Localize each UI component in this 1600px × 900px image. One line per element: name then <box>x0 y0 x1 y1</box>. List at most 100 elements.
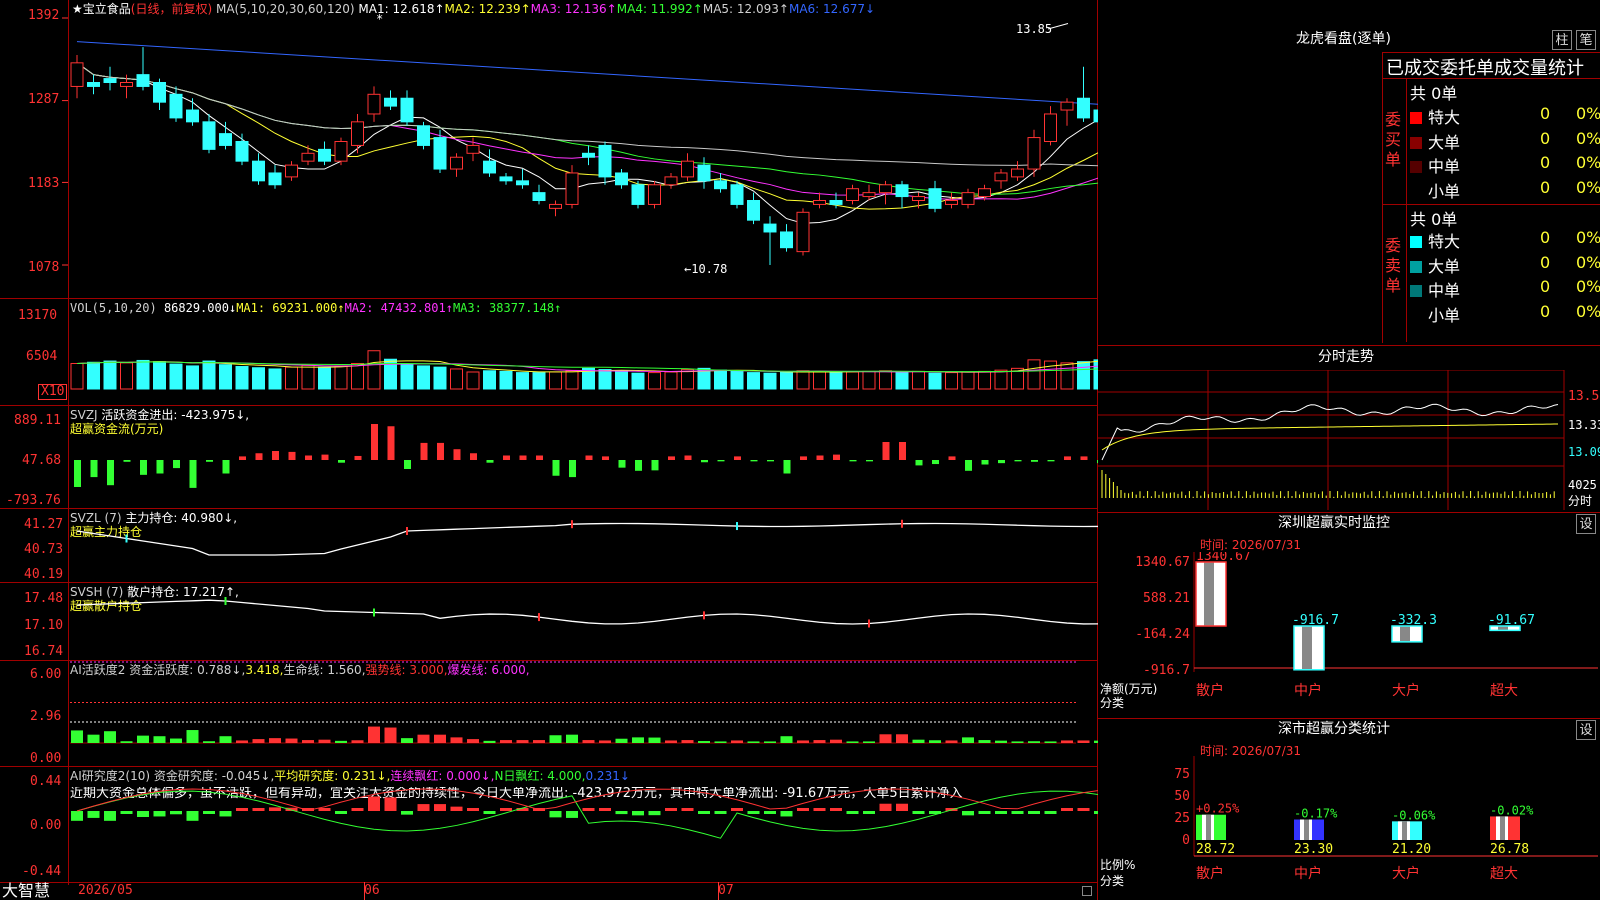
color-swatch <box>1410 285 1422 297</box>
activity-bar <box>1044 741 1057 743</box>
category-label: 中户 <box>1294 682 1322 699</box>
chart-area[interactable]: ★宝立食品(日线，前复权) MA(5,10,20,30,60,120) MA1:… <box>0 0 1098 900</box>
classstat-bar-chart[interactable]: 75 50 25 0 +0.25% 28.72 散户 -0.17% 23.30 中户 -0.06% 2… <box>1098 756 1600 900</box>
volume-bar <box>615 370 628 390</box>
research-bar <box>879 803 892 811</box>
activity-bar <box>863 741 875 743</box>
separator <box>1098 718 1600 719</box>
volume-bar <box>87 361 100 390</box>
separator <box>0 882 1098 883</box>
lhb-row: 特大 <box>1410 228 1460 252</box>
research-bar <box>203 811 215 814</box>
candle-body <box>714 180 727 190</box>
ratio-value-label: 26.78 <box>1490 842 1529 857</box>
flow-bar <box>536 455 543 460</box>
flow-bar <box>288 451 296 460</box>
volume-bar <box>648 372 661 390</box>
classstat-settings-button[interactable]: 设 <box>1576 720 1596 740</box>
category-label: 散户 <box>1196 865 1224 882</box>
activity-bar <box>912 739 925 743</box>
volume-bar <box>862 370 876 390</box>
y-tick: 1340.67 <box>1135 555 1190 570</box>
volume-bar <box>879 370 892 390</box>
candle-body <box>945 199 958 205</box>
candle-body <box>153 82 166 103</box>
research-bar <box>137 811 149 817</box>
ratio-bar-shade <box>1304 819 1309 840</box>
flow-bar <box>668 456 675 460</box>
net-bar-shade <box>1302 626 1312 670</box>
activity-bar <box>1061 740 1073 743</box>
flow-bar <box>1064 456 1071 460</box>
volume-bar <box>631 372 645 390</box>
flow-bar <box>503 455 510 460</box>
category-label: 超大 <box>1490 866 1518 882</box>
activity-bar <box>1011 741 1024 743</box>
y-tick: 588.21 <box>1143 591 1190 606</box>
volume-bar <box>417 365 430 390</box>
activity-bar <box>269 738 281 743</box>
candle-body <box>70 62 84 87</box>
volume-chart[interactable] <box>0 299 1098 405</box>
candlestick-chart[interactable] <box>0 0 1098 298</box>
activity-chart[interactable] <box>0 661 1098 766</box>
candle-body <box>268 172 282 186</box>
volume-bar <box>219 364 232 390</box>
sell-total: 共 0单 <box>1410 210 1458 229</box>
ratio-change-label: -0.06% <box>1392 808 1436 822</box>
research-bar <box>384 797 397 811</box>
main-holding-chart[interactable] <box>0 509 1098 582</box>
candle-body <box>1044 113 1057 143</box>
activity-bar <box>1028 741 1040 743</box>
volume-bar <box>268 368 282 390</box>
flow-bar <box>800 456 807 460</box>
candle-body <box>648 184 661 205</box>
lhb-row-pct: 0% <box>1576 301 1600 321</box>
volume-bar <box>664 371 678 390</box>
research-bar <box>450 806 463 811</box>
lock-icon[interactable] <box>1082 886 1092 896</box>
separator <box>1406 78 1407 342</box>
volume-bar <box>1060 362 1074 390</box>
activity-bar <box>384 727 397 743</box>
research-bar <box>186 811 199 821</box>
volume-bar <box>169 363 183 390</box>
monitor-bar-chart[interactable]: 1340.67 588.21 -164.24 -916.7 1340.67 散户 -916.… <box>1098 552 1600 722</box>
candle-body <box>400 97 414 123</box>
activity-bar <box>813 740 826 743</box>
activity-bar <box>846 741 859 743</box>
activity-bar <box>665 740 677 743</box>
research-bar <box>731 808 743 811</box>
activity-bar <box>417 734 430 743</box>
date-label: 2026/05 <box>78 883 133 898</box>
activity-bar <box>830 739 842 743</box>
candle-body <box>450 156 463 170</box>
right-panel: 龙虎看盘(逐单) 柱 笔 已成交委托单成交量统计 委买单 委卖单 共 0单 共 … <box>1098 0 1600 900</box>
flow-bar <box>222 460 230 474</box>
lhb-row-count: 0 <box>1540 277 1551 296</box>
research-chart[interactable] <box>0 767 1098 882</box>
flow-bar <box>338 460 345 463</box>
y-tick: 0 <box>1182 833 1190 848</box>
intraday-unit: 分时 <box>1568 494 1593 508</box>
lhb-row-pct: 0% <box>1576 228 1600 247</box>
lhb-row: 小单 <box>1410 178 1460 202</box>
volume-bar <box>780 371 793 390</box>
activity-bar <box>582 740 595 743</box>
tick-mode-button[interactable]: 笔 <box>1576 30 1596 50</box>
research-bar <box>780 811 793 817</box>
buy-order-label: 委买单 <box>1385 110 1402 169</box>
intraday-chart[interactable] <box>1098 370 1600 510</box>
volume-bar <box>994 369 1008 390</box>
bar-mode-button[interactable]: 柱 <box>1552 30 1572 50</box>
candle-body <box>829 199 843 205</box>
candle-body <box>813 199 826 205</box>
flow-bar <box>1031 460 1038 462</box>
activity-bar <box>714 741 727 743</box>
research-bar <box>368 796 380 811</box>
retail-holding-chart[interactable] <box>0 583 1098 660</box>
research-bar <box>104 811 116 821</box>
candle-body <box>219 133 232 146</box>
fund-flow-chart[interactable] <box>0 406 1098 508</box>
monitor-settings-button[interactable]: 设 <box>1576 514 1596 534</box>
